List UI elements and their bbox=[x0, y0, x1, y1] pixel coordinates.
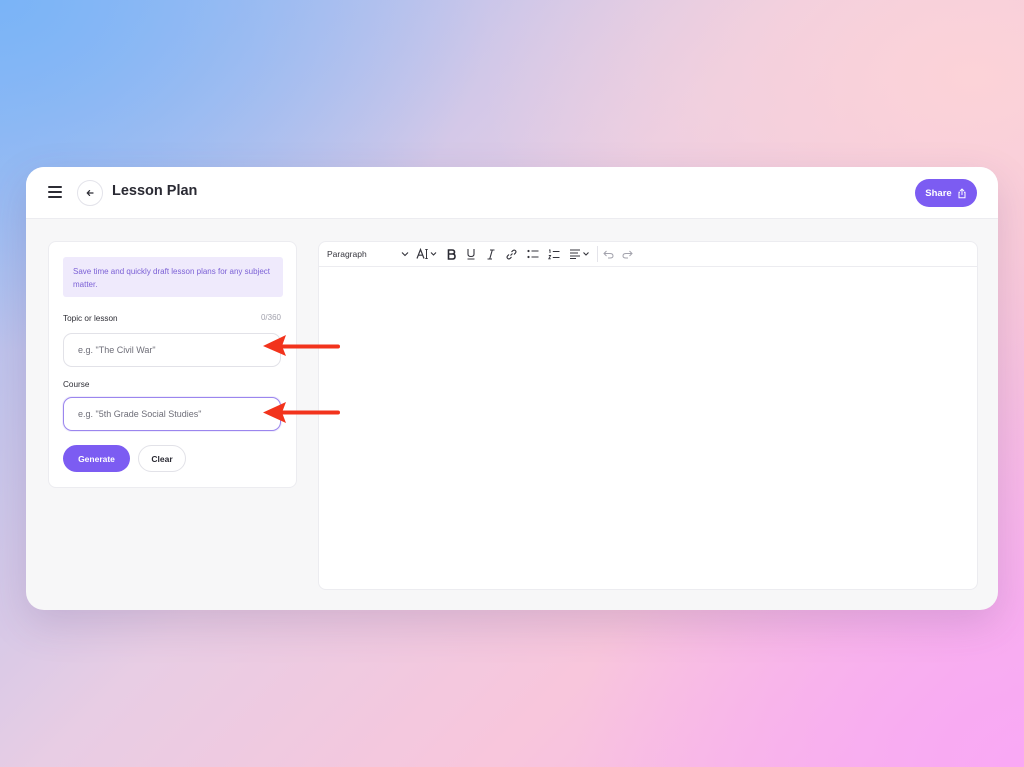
share-button-label: Share bbox=[925, 187, 952, 199]
clear-button[interactable]: Clear bbox=[138, 445, 186, 472]
red-arrow-icon bbox=[263, 402, 340, 423]
italic-icon[interactable] bbox=[483, 242, 499, 266]
app-window: Lesson Plan Share Save time and quickly … bbox=[26, 167, 998, 610]
page-title: Lesson Plan bbox=[112, 183, 198, 199]
toolbar-divider bbox=[597, 246, 598, 262]
bold-icon[interactable] bbox=[443, 242, 459, 266]
red-arrow-icon bbox=[263, 335, 340, 356]
redo-icon[interactable] bbox=[620, 242, 634, 266]
top-bar: Lesson Plan Share bbox=[26, 167, 998, 219]
numbered-list-icon[interactable] bbox=[545, 242, 563, 266]
share-upload-icon bbox=[958, 188, 966, 198]
topic-input[interactable] bbox=[63, 333, 281, 367]
editor-toolbar: Paragraph bbox=[319, 242, 977, 267]
info-banner: Save time and quickly draft lesson plans… bbox=[63, 257, 283, 297]
chevron-down-icon bbox=[401, 252, 409, 257]
block-type-select[interactable]: Paragraph bbox=[327, 242, 409, 266]
generate-button[interactable]: Generate bbox=[63, 445, 130, 472]
undo-icon[interactable] bbox=[601, 242, 615, 266]
back-button[interactable] bbox=[77, 180, 103, 206]
align-icon[interactable] bbox=[567, 242, 593, 266]
lesson-form-panel: Save time and quickly draft lesson plans… bbox=[48, 241, 297, 488]
arrow-left-icon bbox=[86, 190, 94, 196]
topic-char-count: 0/360 bbox=[260, 313, 281, 322]
block-type-label: Paragraph bbox=[327, 249, 367, 259]
topic-label: Topic or lesson bbox=[63, 314, 118, 323]
bullet-list-icon[interactable] bbox=[524, 242, 542, 266]
editor-content-area[interactable] bbox=[319, 267, 977, 589]
hamburger-menu-icon[interactable] bbox=[48, 186, 62, 198]
font-size-icon[interactable] bbox=[415, 242, 439, 266]
link-icon[interactable] bbox=[503, 242, 519, 266]
rich-text-editor: Paragraph bbox=[318, 241, 978, 590]
share-button[interactable]: Share bbox=[915, 179, 977, 207]
course-input[interactable] bbox=[63, 397, 281, 431]
underline-icon[interactable] bbox=[463, 242, 479, 266]
course-label: Course bbox=[63, 380, 90, 389]
